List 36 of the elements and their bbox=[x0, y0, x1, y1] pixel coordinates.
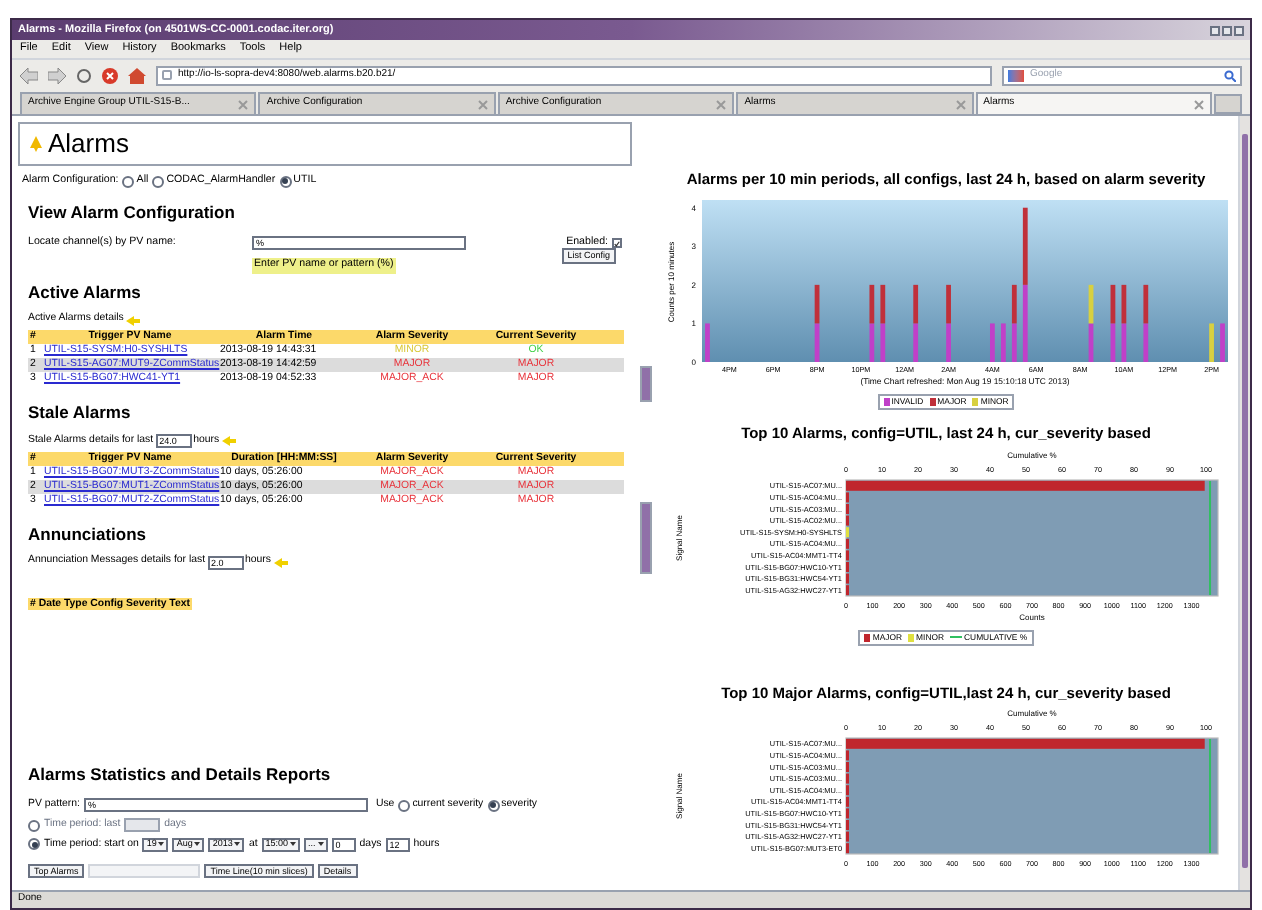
radio-button[interactable] bbox=[152, 175, 165, 188]
stop-icon[interactable] bbox=[102, 67, 118, 83]
info-icon bbox=[125, 315, 140, 326]
scrollbar[interactable] bbox=[1238, 116, 1250, 890]
back-icon[interactable] bbox=[20, 67, 38, 83]
section-heading: View Alarm Configuration bbox=[28, 199, 237, 226]
search-engine-icon[interactable] bbox=[1008, 69, 1024, 81]
section-heading: Alarms Statistics and Details Reports bbox=[28, 762, 333, 788]
dropdown-arrow-icon bbox=[290, 842, 297, 847]
dropdown-arrow-icon bbox=[317, 842, 324, 847]
search-icon[interactable] bbox=[1224, 69, 1236, 81]
home-icon[interactable] bbox=[128, 67, 146, 83]
dropdown-arrow-icon bbox=[158, 842, 165, 847]
radio-button[interactable] bbox=[487, 799, 500, 812]
radio-button[interactable] bbox=[398, 799, 411, 812]
radio-button[interactable] bbox=[28, 838, 40, 851]
bell-icon bbox=[30, 136, 42, 152]
page-title: Alarms bbox=[48, 126, 129, 163]
info-icon bbox=[221, 436, 236, 447]
radio-button[interactable] bbox=[122, 175, 135, 188]
new-tab-icon[interactable] bbox=[1214, 94, 1243, 114]
forward-icon[interactable] bbox=[48, 67, 66, 83]
dropdown-arrow-icon bbox=[234, 842, 241, 847]
radio-button[interactable] bbox=[28, 819, 40, 832]
dropdown-arrow-icon bbox=[194, 842, 201, 847]
radio-button[interactable] bbox=[279, 175, 292, 188]
section-heading: Stale Alarms bbox=[28, 400, 133, 426]
info-icon bbox=[273, 557, 288, 568]
site-icon bbox=[162, 70, 172, 80]
section-heading: Annunciations bbox=[28, 521, 149, 547]
section-heading: Active Alarms bbox=[28, 279, 143, 305]
reload-icon[interactable] bbox=[76, 67, 92, 83]
close-tab-icon[interactable] bbox=[1194, 99, 1205, 109]
scrollbar[interactable] bbox=[640, 366, 652, 402]
days-field[interactable] bbox=[124, 818, 161, 833]
scrollbar[interactable] bbox=[640, 502, 652, 574]
